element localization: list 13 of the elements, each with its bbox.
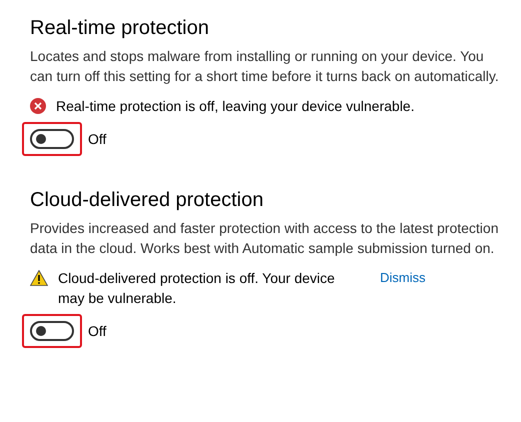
toggle-switch[interactable]	[30, 129, 74, 149]
dismiss-link[interactable]: Dismiss	[380, 268, 426, 288]
warning-icon	[30, 270, 48, 286]
toggle-label: Off	[88, 323, 106, 339]
alert-message: Real-time protection is off, leaving your device vulnerable.	[56, 97, 414, 116]
section-title: Cloud-delivered protection	[30, 188, 264, 213]
toggle-label: Off	[88, 131, 106, 147]
section-description: Locates and stops malware from installing or running on your device. You can turn off this setting for a short time before it turns back on automatically.	[30, 47, 500, 86]
error-icon	[30, 98, 46, 114]
section-description: Provides increased and faster protection with access to the latest protection data in the cloud. Works best with Automatic sample submission turned on.	[30, 219, 500, 258]
alert-message: Cloud-delivered protection is off. Your device may be vulnerable.	[58, 269, 336, 308]
section-title: Real-time protection	[30, 16, 210, 41]
toggle-switch[interactable]	[30, 321, 74, 341]
